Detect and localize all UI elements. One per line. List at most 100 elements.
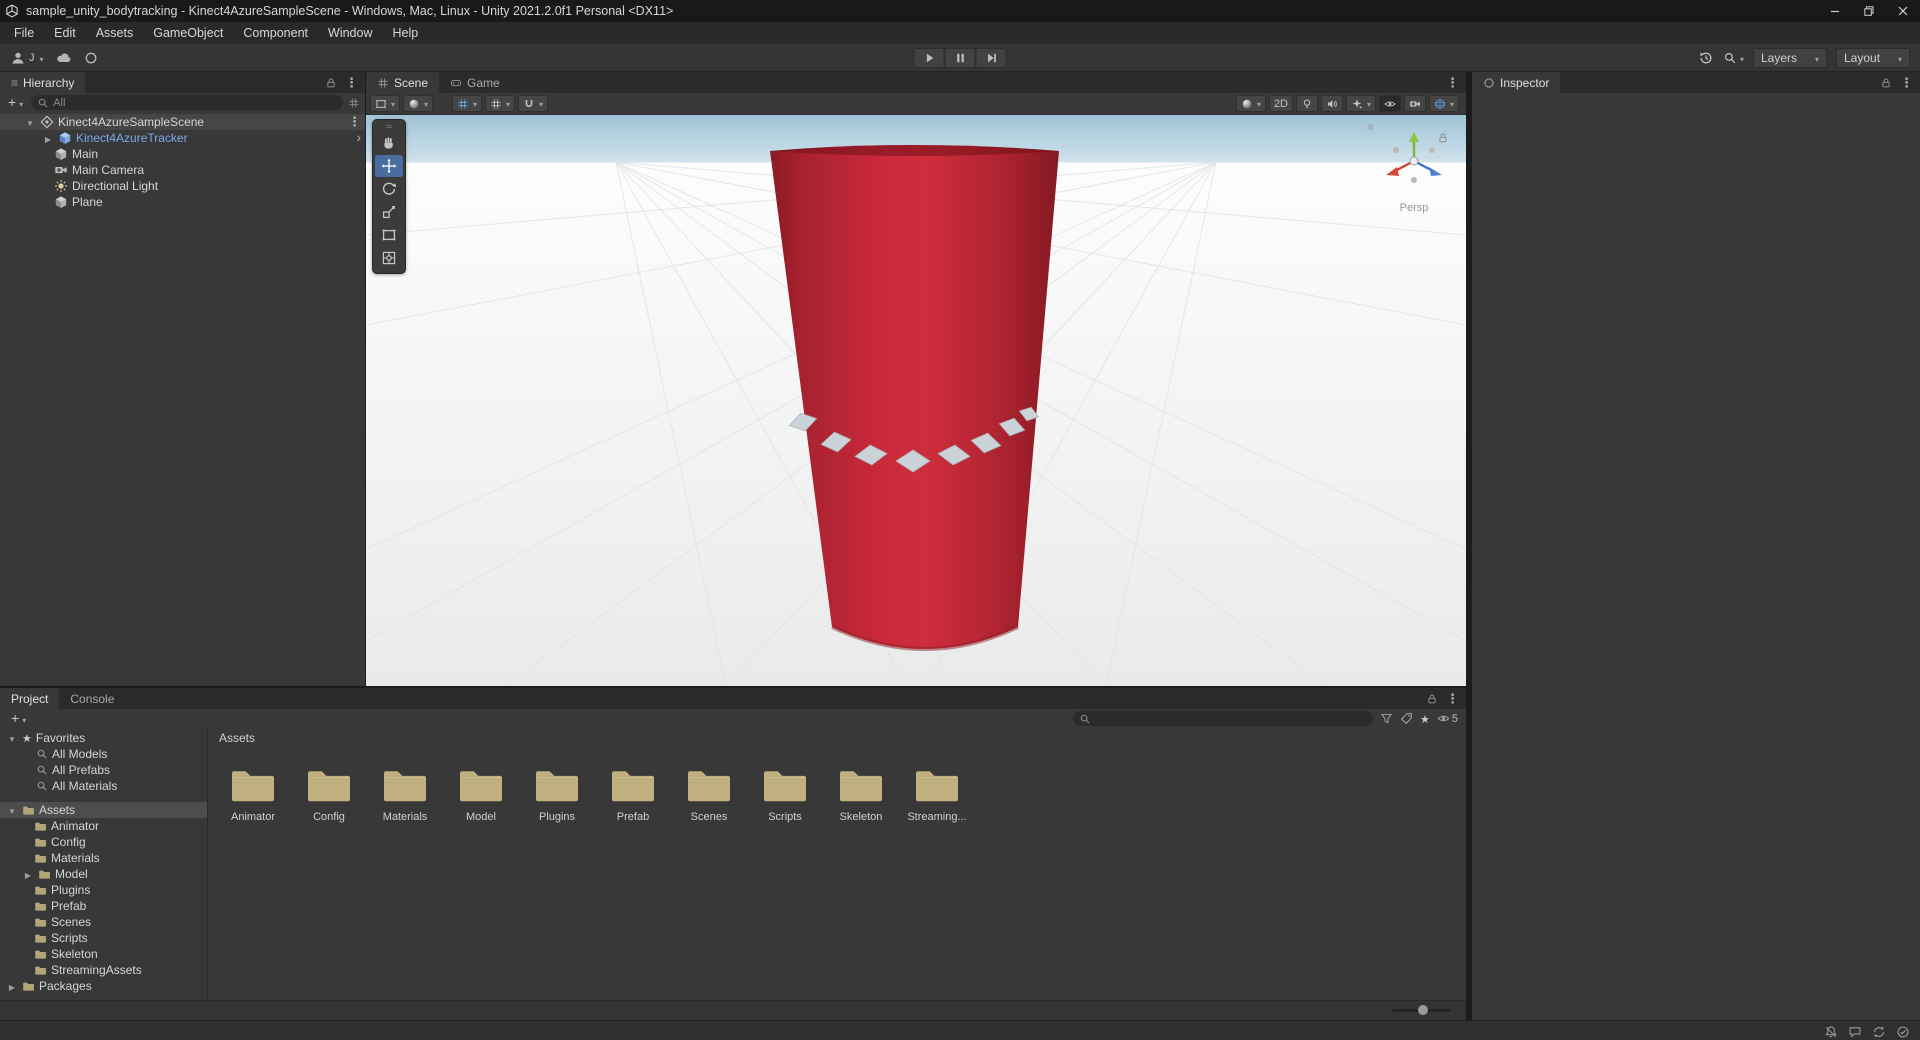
tree-item-prefab[interactable]: Prefab bbox=[0, 898, 207, 914]
grid-snap-dropdown[interactable] bbox=[485, 95, 516, 112]
asset-folder-skeleton[interactable]: Skeleton bbox=[823, 754, 899, 823]
2d-toggle-button[interactable]: 2D bbox=[1268, 95, 1293, 112]
hierarchy-lock-icon[interactable] bbox=[325, 77, 337, 89]
pause-button[interactable] bbox=[944, 48, 976, 68]
menu-assets[interactable]: Assets bbox=[86, 22, 144, 44]
scene-panel-kebab-icon[interactable] bbox=[1446, 75, 1459, 91]
close-button[interactable] bbox=[1886, 0, 1920, 22]
project-search-input[interactable] bbox=[1073, 711, 1373, 726]
gizmos-dropdown[interactable] bbox=[1428, 95, 1459, 112]
tab-project[interactable]: Project bbox=[0, 688, 60, 709]
asset-folder-streamingassets[interactable]: Streaming... bbox=[899, 754, 975, 823]
slider-thumb[interactable] bbox=[1418, 1005, 1428, 1015]
asset-folder-config[interactable]: Config bbox=[291, 754, 367, 823]
menu-file[interactable]: File bbox=[4, 22, 44, 44]
hierarchy-item-main-camera[interactable]: Main Camera bbox=[0, 162, 365, 178]
account-button[interactable]: J bbox=[10, 50, 44, 66]
tree-item-plugins[interactable]: Plugins bbox=[0, 882, 207, 898]
view-tool-button[interactable] bbox=[375, 132, 403, 154]
tab-inspector[interactable]: Inspector bbox=[1472, 72, 1561, 93]
tab-scene[interactable]: Scene bbox=[366, 72, 440, 93]
tab-hierarchy[interactable]: Hierarchy bbox=[0, 72, 86, 93]
tree-item-scenes[interactable]: Scenes bbox=[0, 914, 207, 930]
hierarchy-item-kinect4azuretracker[interactable]: Kinect4AzureTracker bbox=[0, 130, 365, 146]
version-control-button[interactable] bbox=[84, 51, 98, 65]
move-tool-button[interactable] bbox=[375, 155, 403, 177]
hierarchy-kebab-icon[interactable] bbox=[345, 75, 358, 91]
hierarchy-item-plane[interactable]: Plane bbox=[0, 194, 365, 210]
create-asset-button[interactable] bbox=[8, 712, 29, 726]
overlay-drag-handle-icon[interactable] bbox=[373, 122, 405, 131]
save-search-star-icon[interactable] bbox=[1420, 712, 1430, 726]
tab-console[interactable]: Console bbox=[59, 688, 125, 709]
menu-help[interactable]: Help bbox=[382, 22, 428, 44]
lighting-toggle-button[interactable] bbox=[1295, 95, 1318, 112]
cloud-services-button[interactable] bbox=[56, 50, 72, 66]
scene-orientation-gizmo[interactable]: Persp bbox=[1368, 129, 1460, 214]
status-ok-icon[interactable] bbox=[1896, 1024, 1910, 1039]
search-by-label-icon[interactable] bbox=[1400, 712, 1413, 725]
create-object-button[interactable] bbox=[5, 96, 26, 110]
step-button[interactable] bbox=[975, 48, 1007, 68]
undo-history-button[interactable] bbox=[1698, 50, 1714, 66]
expand-arrow-icon[interactable] bbox=[42, 131, 54, 145]
hidden-packages-toggle[interactable]: 5 bbox=[1437, 712, 1458, 725]
tree-item-favorites[interactable]: Favorites bbox=[0, 730, 207, 746]
hierarchy-filter-icon[interactable] bbox=[348, 97, 360, 109]
tree-item-all-prefabs[interactable]: All Prefabs bbox=[0, 762, 207, 778]
hierarchy-search-input[interactable]: All bbox=[31, 95, 343, 110]
prefab-open-chevron-icon[interactable] bbox=[356, 131, 361, 145]
asset-folder-plugins[interactable]: Plugins bbox=[519, 754, 595, 823]
inspector-lock-icon[interactable] bbox=[1880, 77, 1892, 89]
rotate-tool-button[interactable] bbox=[375, 178, 403, 200]
tree-item-all-materials[interactable]: All Materials bbox=[0, 778, 207, 794]
scene-visibility-toggle[interactable] bbox=[1378, 95, 1401, 112]
project-kebab-icon[interactable] bbox=[1446, 691, 1459, 707]
gizmo-perspective-label[interactable]: Persp bbox=[1368, 202, 1460, 214]
asset-folder-animator[interactable]: Animator bbox=[215, 754, 291, 823]
menu-component[interactable]: Component bbox=[233, 22, 318, 44]
menu-window[interactable]: Window bbox=[318, 22, 382, 44]
minimize-button[interactable] bbox=[1818, 0, 1852, 22]
expand-arrow-icon[interactable] bbox=[22, 867, 34, 881]
layers-dropdown[interactable]: Layers bbox=[1753, 48, 1827, 68]
scene-options-kebab-icon[interactable] bbox=[348, 114, 361, 130]
search-button[interactable] bbox=[1723, 51, 1744, 65]
menu-edit[interactable]: Edit bbox=[44, 22, 86, 44]
search-by-type-icon[interactable] bbox=[1380, 712, 1393, 725]
restore-button[interactable] bbox=[1852, 0, 1886, 22]
hierarchy-item-directional-light[interactable]: Directional Light bbox=[0, 178, 365, 194]
hierarchy-item-main[interactable]: Main bbox=[0, 146, 365, 162]
inspector-kebab-icon[interactable] bbox=[1900, 75, 1913, 91]
icon-size-slider[interactable] bbox=[1392, 1005, 1450, 1015]
menu-gameobject[interactable]: GameObject bbox=[143, 22, 233, 44]
tree-item-config[interactable]: Config bbox=[0, 834, 207, 850]
asset-folder-scripts[interactable]: Scripts bbox=[747, 754, 823, 823]
transform-tool-button[interactable] bbox=[375, 247, 403, 269]
scale-tool-button[interactable] bbox=[375, 201, 403, 223]
tree-item-materials[interactable]: Materials bbox=[0, 850, 207, 866]
expand-arrow-icon[interactable] bbox=[24, 115, 36, 129]
effects-dropdown[interactable] bbox=[1345, 95, 1376, 112]
mute-notifications-icon[interactable] bbox=[1824, 1024, 1838, 1039]
audio-toggle-button[interactable] bbox=[1320, 95, 1343, 112]
scene-viewport[interactable]: Persp bbox=[366, 115, 1466, 686]
collab-chat-icon[interactable] bbox=[1848, 1024, 1862, 1039]
tree-item-assets[interactable]: Assets bbox=[0, 802, 207, 818]
tree-item-all-models[interactable]: All Models bbox=[0, 746, 207, 762]
shading-mode-dropdown[interactable] bbox=[1235, 95, 1266, 112]
project-lock-icon[interactable] bbox=[1426, 693, 1438, 705]
grid-visibility-dropdown[interactable] bbox=[452, 95, 483, 112]
expand-arrow-icon[interactable] bbox=[6, 979, 18, 993]
camera-settings-button[interactable] bbox=[1403, 95, 1426, 112]
asset-folder-materials[interactable]: Materials bbox=[367, 754, 443, 823]
expand-arrow-icon[interactable] bbox=[6, 803, 18, 817]
layout-dropdown[interactable]: Layout bbox=[1836, 48, 1910, 68]
services-sync-icon[interactable] bbox=[1872, 1024, 1886, 1039]
draw-gizmo-dropdown[interactable] bbox=[403, 95, 434, 112]
expand-arrow-icon[interactable] bbox=[6, 731, 18, 745]
snap-increment-dropdown[interactable] bbox=[518, 95, 549, 112]
tab-game[interactable]: Game bbox=[439, 72, 511, 93]
tree-item-model[interactable]: Model bbox=[0, 866, 207, 882]
asset-folder-model[interactable]: Model bbox=[443, 754, 519, 823]
